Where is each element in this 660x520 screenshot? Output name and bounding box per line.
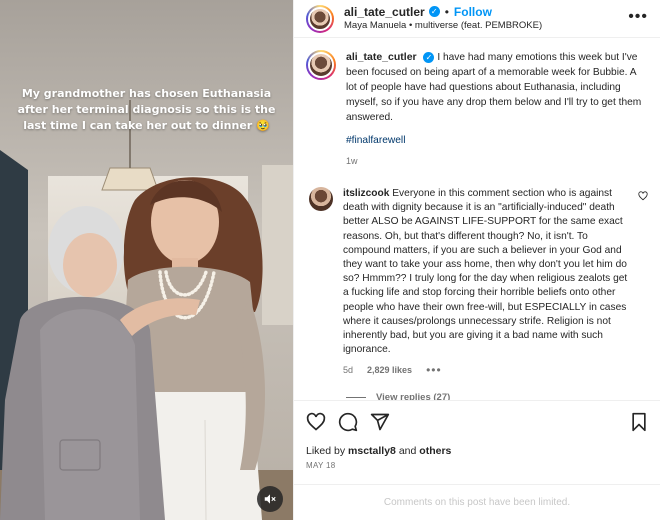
comments-limited-notice: Comments on this post have been limited. — [294, 484, 660, 520]
liked-by-user-link[interactable]: msctally8 — [348, 445, 396, 457]
comment-item: itslizcook Everyone in this comment sect… — [306, 187, 648, 378]
caption-username[interactable]: ali_tate_cutler — [346, 51, 417, 63]
comment-more-icon[interactable]: ••• — [426, 363, 442, 377]
comment-text: Everyone in this comment section who is … — [343, 188, 628, 356]
comments-section[interactable]: ali_tate_cutler ✓ I have had many emotio… — [294, 38, 660, 400]
verified-badge-icon: ✓ — [423, 52, 435, 63]
commenter-username[interactable]: itslizcook — [343, 188, 389, 199]
speaker-muted-icon — [264, 494, 276, 504]
comment-likes[interactable]: 2,829 likes — [367, 363, 412, 377]
share-icon[interactable] — [370, 412, 390, 432]
post-side-panel: ali_tate_cutler ✓ • Follow Maya Manuela … — [293, 0, 660, 520]
liked-by-others-link[interactable]: others — [419, 445, 451, 457]
view-replies-button[interactable]: View replies (27) — [346, 392, 648, 400]
post-age: 1w — [346, 156, 358, 166]
video-caption-overlay: My grandmother has chosen Euthanasia aft… — [17, 87, 276, 132]
comment-like-icon[interactable] — [638, 189, 648, 204]
liked-by-prefix: Liked by — [306, 445, 346, 457]
bookmark-icon[interactable] — [630, 412, 648, 432]
mute-toggle-button[interactable] — [257, 486, 283, 512]
author-username[interactable]: ali_tate_cutler — [344, 5, 425, 19]
author-avatar[interactable] — [306, 4, 334, 33]
comment-icon[interactable] — [338, 412, 358, 432]
liked-by-text: Liked by msctally8 and others — [306, 445, 648, 457]
more-horizontal-icon[interactable]: ••• — [628, 9, 648, 25]
liked-by-and: and — [398, 445, 417, 457]
author-avatar-small[interactable] — [306, 50, 336, 80]
follow-button[interactable]: Follow — [454, 5, 492, 19]
view-replies-label: View replies (27) — [376, 391, 451, 400]
reel-video[interactable]: My grandmother has chosen Euthanasia aft… — [0, 0, 293, 520]
post-actions: Liked by msctally8 and others MAY 18 — [294, 400, 660, 470]
instagram-post-view: My grandmother has chosen Euthanasia aft… — [0, 0, 660, 520]
verified-badge-icon: ✓ — [428, 6, 440, 17]
commenter-avatar[interactable] — [309, 187, 333, 211]
comment-age: 5d — [343, 365, 354, 376]
post-date: MAY 18 — [306, 461, 336, 470]
header-separator: • — [444, 4, 449, 19]
hashtag-link[interactable]: #finalfarewell — [346, 133, 648, 148]
post-header: ali_tate_cutler ✓ • Follow Maya Manuela … — [294, 0, 660, 38]
post-caption: ali_tate_cutler ✓ I have had many emotio… — [306, 50, 648, 169]
heart-icon[interactable] — [306, 412, 326, 432]
audio-track-link[interactable]: Maya Manuela • multiverse (feat. PEMBROK… — [344, 19, 542, 33]
replies-divider — [346, 396, 366, 398]
video-frame-illustration — [0, 0, 293, 520]
